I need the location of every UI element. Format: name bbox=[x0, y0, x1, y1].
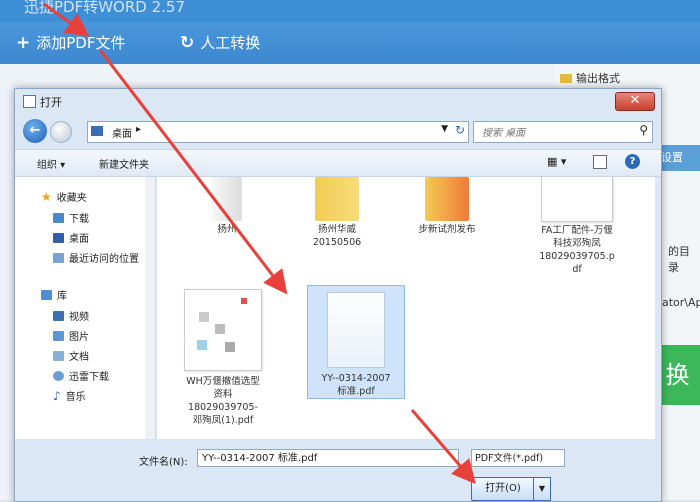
refresh-icon[interactable]: ↻ bbox=[455, 123, 465, 137]
plus-icon: + bbox=[16, 32, 31, 53]
file-item[interactable]: 步新试剂发布 bbox=[397, 177, 497, 236]
desktop-icon bbox=[53, 232, 64, 243]
human-convert-label: 人工转换 bbox=[200, 34, 261, 52]
organize-button[interactable]: 组织 ▾ bbox=[37, 156, 65, 171]
nav-label: 图片 bbox=[69, 332, 89, 343]
new-folder-button[interactable]: 新建文件夹 bbox=[99, 156, 149, 171]
nav-label: 库 bbox=[57, 291, 67, 302]
dialog-footer: 文件名(N): YY--0314-2007 标准.pdf PDF文件(*.pdf… bbox=[15, 439, 661, 501]
dialog-title-bar: 打开 ✕ bbox=[15, 89, 661, 113]
app-title-bar: 迅捷PDF转WORD 2.57 bbox=[0, 0, 700, 22]
file-item[interactable]: FA工厂配件-万偃 科技邓殉凤 18029039705.p df bbox=[527, 177, 627, 276]
address-row: ← 桌面 ▸ ▼ ↻ ⚲ bbox=[15, 117, 661, 147]
add-pdf-button[interactable]: + 添加PDF文件 bbox=[16, 32, 125, 53]
library-icon bbox=[41, 289, 52, 300]
human-convert-button[interactable]: ↻ 人工转换 bbox=[180, 32, 260, 53]
star-icon: ★ bbox=[41, 189, 52, 204]
file-list: 扬州 扬州华威 20150506 步新试剂发布 FA工厂配件-万偃 科技邓殉凤 … bbox=[157, 177, 655, 439]
folder-icon bbox=[212, 177, 242, 221]
pdf-file-icon bbox=[327, 292, 385, 368]
file-item-selected[interactable]: YY--0314-2007 标准.pdf bbox=[307, 285, 405, 399]
music-icon: ♪ bbox=[53, 388, 61, 403]
open-dialog: 打开 ✕ ← 桌面 ▸ ▼ ↻ ⚲ 组织 ▾ 新建文件夹 ▦ ▾ ? ★ 收藏夹 bbox=[14, 88, 662, 502]
filename-field[interactable]: YY--0314-2007 标准.pdf bbox=[197, 449, 459, 467]
nav-favorites[interactable]: ★ 收藏夹 bbox=[41, 189, 87, 205]
file-name: 扬州华威 20150506 bbox=[312, 224, 362, 248]
nav-item-desktop[interactable]: 桌面 bbox=[53, 230, 89, 245]
document-icon bbox=[53, 350, 64, 361]
document-thumbnail bbox=[541, 177, 613, 222]
recent-places-icon bbox=[53, 252, 64, 263]
filetype-select[interactable]: PDF文件(*.pdf) bbox=[471, 449, 565, 467]
view-icon[interactable]: ▦ ▾ bbox=[547, 155, 566, 168]
output-format[interactable]: 输出格式 bbox=[560, 70, 620, 86]
thumb-block bbox=[241, 298, 247, 304]
app-title: 迅捷PDF转WORD 2.57 bbox=[24, 0, 186, 16]
thumb-block bbox=[197, 340, 207, 350]
dialog-title: 打开 bbox=[40, 96, 62, 109]
nav-library[interactable]: 库 bbox=[41, 287, 67, 302]
open-button[interactable]: 打开(O) bbox=[471, 477, 535, 501]
file-name: YY--0314-2007 标准.pdf bbox=[321, 373, 391, 397]
back-button[interactable]: ← bbox=[23, 119, 47, 143]
forward-button[interactable] bbox=[50, 121, 72, 143]
file-name: FA工厂配件-万偃 科技邓殉凤 18029039705.p df bbox=[539, 225, 615, 275]
thumb-block bbox=[199, 312, 209, 322]
output-format-label: 输出格式 bbox=[576, 72, 620, 85]
nav-scrollbar[interactable] bbox=[145, 177, 155, 439]
desktop-icon bbox=[91, 126, 103, 136]
nav-item-thunder[interactable]: 迅雷下载 bbox=[53, 368, 109, 383]
breadcrumb-separator[interactable]: ▸ bbox=[136, 124, 141, 135]
nav-item-music[interactable]: ♪ 音乐 bbox=[53, 388, 86, 404]
file-item[interactable]: 扬州华威 20150506 bbox=[287, 177, 387, 249]
nav-label: 视频 bbox=[69, 312, 89, 323]
nav-label: 最近访问的位置 bbox=[69, 254, 139, 265]
search-input[interactable] bbox=[480, 124, 624, 142]
dir-label: 的目录 bbox=[668, 245, 690, 274]
open-dropdown-button[interactable]: ▼ bbox=[533, 477, 551, 501]
picture-icon bbox=[53, 330, 64, 341]
nav-item-pictures[interactable]: 图片 bbox=[53, 328, 89, 343]
app-toolbar: + 添加PDF文件 ↻ 人工转换 bbox=[0, 22, 700, 64]
chevron-down-icon[interactable]: ▼ bbox=[441, 124, 448, 134]
search-box[interactable]: ⚲ bbox=[473, 121, 653, 143]
nav-label: 音乐 bbox=[65, 392, 86, 403]
nav-label: 桌面 bbox=[69, 234, 89, 245]
nav-label: 下载 bbox=[69, 214, 89, 225]
preview-pane-icon[interactable] bbox=[593, 155, 607, 169]
path-text: ator\Ap bbox=[662, 296, 700, 309]
thumb-block bbox=[225, 342, 235, 352]
nav-item-documents[interactable]: 文档 bbox=[53, 348, 89, 363]
file-name: 扬州 bbox=[217, 224, 237, 235]
nav-label: 迅雷下载 bbox=[69, 372, 109, 383]
folder-icon bbox=[315, 177, 359, 221]
nav-item-recent[interactable]: 最近访问的位置 bbox=[53, 250, 139, 265]
close-button[interactable]: ✕ bbox=[615, 92, 655, 111]
file-name: 步新试剂发布 bbox=[418, 224, 476, 235]
breadcrumb[interactable]: 桌面 bbox=[112, 125, 132, 140]
thumb-block bbox=[215, 324, 225, 334]
dialog-icon bbox=[23, 95, 36, 108]
file-name: WH万偃撤值选型 资料 18029039705- 邓殉凤(1).pdf bbox=[186, 376, 260, 426]
filename-label: 文件名(N): bbox=[139, 457, 188, 468]
address-bar[interactable]: 桌面 ▸ ▼ ↻ bbox=[87, 121, 469, 143]
refresh-icon: ↻ bbox=[180, 32, 195, 53]
thunder-download-icon bbox=[53, 370, 64, 381]
nav-item-downloads[interactable]: 下载 bbox=[53, 210, 89, 225]
add-pdf-label: 添加PDF文件 bbox=[36, 34, 126, 52]
help-icon[interactable]: ? bbox=[625, 154, 640, 169]
nav-label: 文档 bbox=[69, 352, 89, 363]
command-bar: 组织 ▾ 新建文件夹 ▦ ▾ ? bbox=[15, 149, 661, 177]
download-icon bbox=[53, 212, 64, 223]
search-icon[interactable]: ⚲ bbox=[639, 123, 648, 137]
nav-label: 收藏夹 bbox=[56, 193, 87, 204]
video-icon bbox=[53, 310, 64, 321]
nav-item-videos[interactable]: 视频 bbox=[53, 308, 89, 323]
folder-icon bbox=[425, 177, 469, 221]
file-item[interactable]: WH万偃撤值选型 资料 18029039705- 邓殉凤(1).pdf bbox=[173, 289, 273, 427]
navigation-pane: ★ 收藏夹 下载 桌面 最近访问的位置 库 视频 图片 文档 迅雷下载 ♪ 音乐 bbox=[15, 177, 156, 439]
folder-icon bbox=[560, 73, 572, 83]
file-item[interactable]: 扬州 bbox=[177, 177, 277, 236]
document-thumbnail bbox=[184, 289, 262, 371]
